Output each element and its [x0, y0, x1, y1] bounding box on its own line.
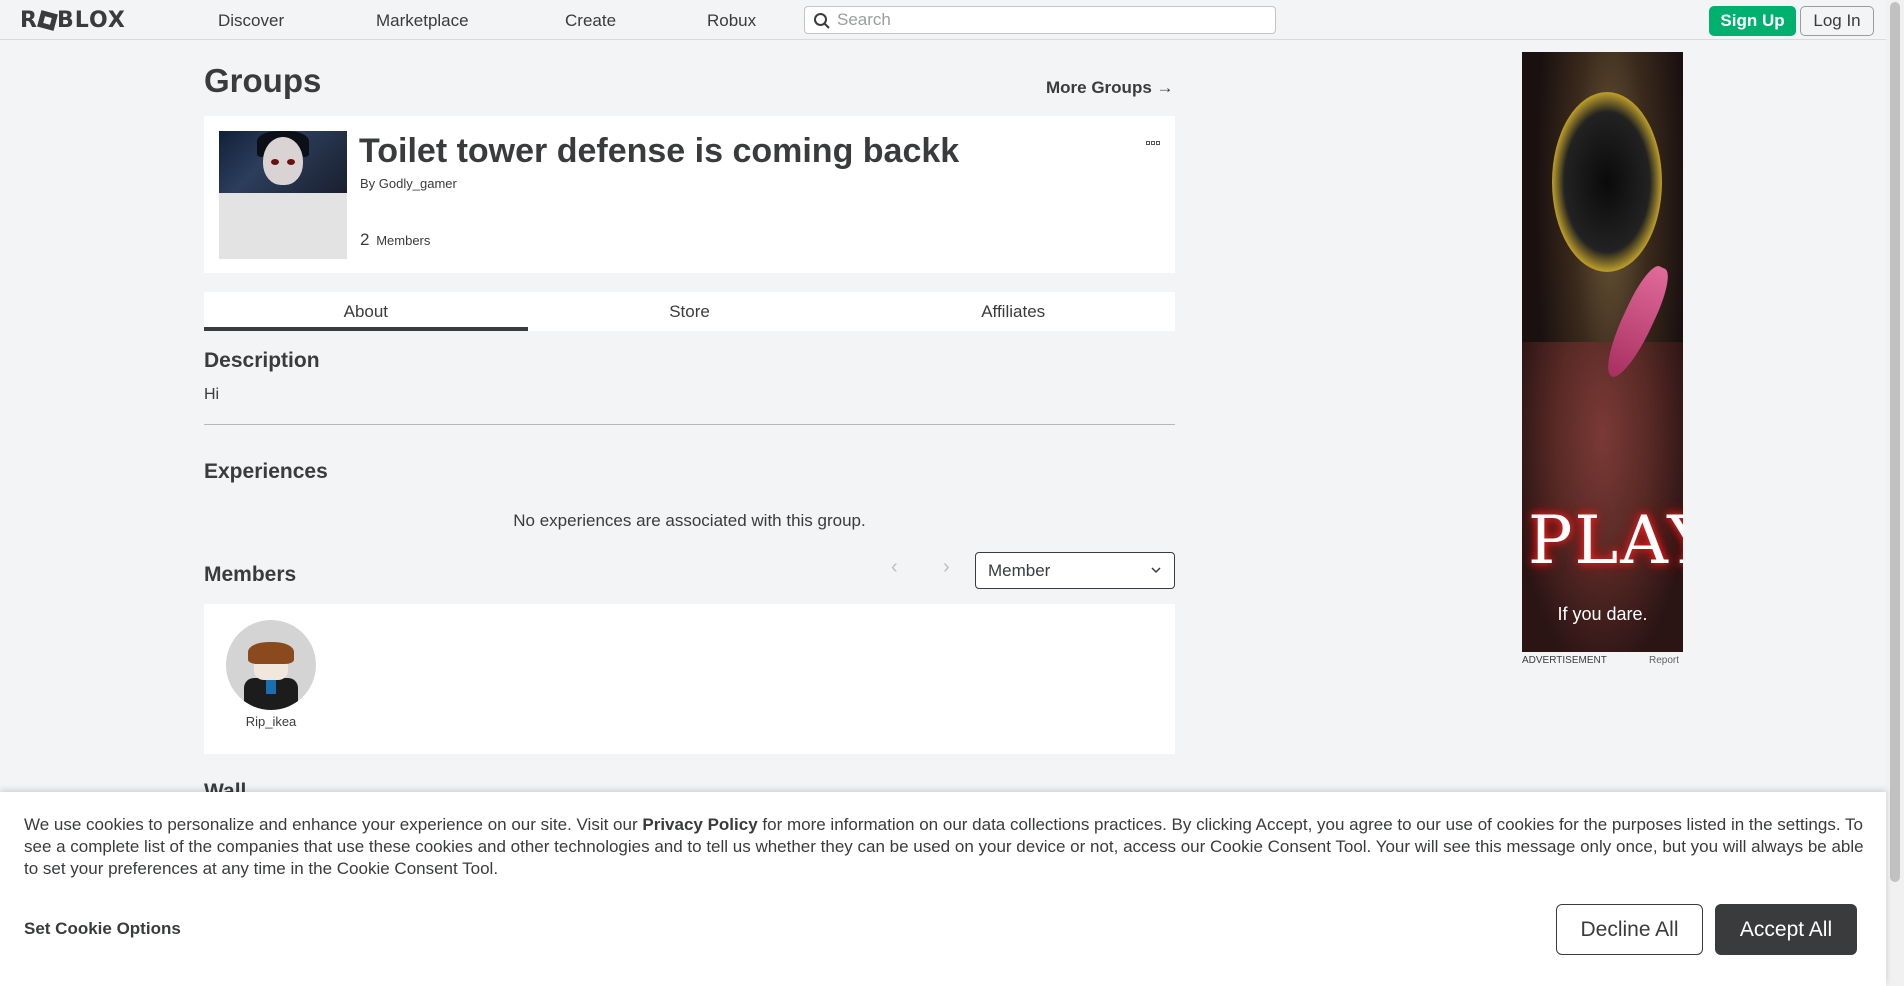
avatar[interactable] [226, 620, 316, 710]
chevron-left-icon[interactable]: ‹ [891, 556, 898, 579]
role-dropdown[interactable]: Member [975, 552, 1175, 589]
nav-robux[interactable]: Robux [707, 11, 756, 31]
page-title: Groups [204, 62, 322, 99]
member-count-value: 2 [360, 230, 370, 249]
more-options-icon[interactable] [1146, 132, 1164, 145]
group-tabs: About Store Affiliates [204, 292, 1175, 331]
chevron-down-icon [1151, 567, 1161, 574]
member-count-label: Members [376, 233, 431, 248]
no-experiences-message: No experiences are associated with this … [513, 511, 866, 530]
by-label: By [360, 176, 376, 191]
page-scrollbar[interactable] [1886, 0, 1904, 986]
group-emblem-image [219, 131, 347, 193]
cookie-message: We use cookies to personalize and enhanc… [24, 814, 1869, 880]
search-box[interactable] [804, 6, 1276, 34]
log-in-button[interactable]: Log In [1800, 6, 1874, 36]
scrollbar-thumb[interactable] [1890, 2, 1900, 882]
member-name[interactable]: Rip_ikea [226, 714, 316, 729]
nav-marketplace[interactable]: Marketplace [376, 11, 469, 31]
members-heading: Members [204, 563, 297, 586]
group-name: Toilet tower defense is coming backk [359, 132, 960, 170]
tab-affiliates[interactable]: Affiliates [851, 292, 1175, 331]
set-cookie-options-link[interactable]: Set Cookie Options [24, 919, 181, 939]
search-input[interactable] [837, 10, 1267, 30]
nav-discover[interactable]: Discover [218, 11, 284, 31]
tab-store[interactable]: Store [528, 292, 852, 331]
group-emblem [219, 131, 347, 259]
group-owner-line: By Godly_gamer [360, 176, 457, 191]
role-dropdown-value: Member [988, 561, 1051, 580]
advertisement-label: ADVERTISEMENT [1522, 655, 1607, 666]
divider [204, 424, 1175, 425]
member-card[interactable]: Rip_ikea [226, 620, 316, 729]
ad-tagline: If you dare. [1557, 604, 1648, 624]
search-icon [814, 13, 830, 29]
cookie-text-part1: We use cookies to personalize and enhanc… [24, 815, 643, 834]
group-header-card: Toilet tower defense is coming backk By … [204, 116, 1175, 273]
description-heading: Description [204, 349, 320, 372]
group-owner-link[interactable]: Godly_gamer [379, 176, 457, 191]
cookie-consent-banner: We use cookies to personalize and enhanc… [0, 792, 1886, 986]
more-groups-link[interactable]: More Groups → [1046, 78, 1174, 98]
member-count: 2 Members [360, 230, 430, 250]
nav-create[interactable]: Create [565, 11, 616, 31]
top-navigation-bar: R BLOX Discover Marketplace Create Robux … [0, 0, 1886, 40]
roblox-logo[interactable]: R BLOX [20, 8, 126, 33]
privacy-policy-link[interactable]: Privacy Policy [642, 815, 757, 834]
experiences-heading: Experiences [204, 460, 328, 483]
members-list: Rip_ikea [204, 604, 1175, 754]
tab-about[interactable]: About [204, 292, 528, 331]
sign-up-button[interactable]: Sign Up [1709, 6, 1796, 36]
decline-all-button[interactable]: Decline All [1556, 904, 1703, 955]
ad-report-link[interactable]: Report [1649, 655, 1679, 666]
chevron-right-icon[interactable]: › [943, 556, 950, 579]
advertisement-banner[interactable]: PLAY If you dare. [1522, 52, 1683, 652]
ad-headline: PLAY [1528, 502, 1683, 579]
accept-all-button[interactable]: Accept All [1715, 904, 1857, 955]
description-text: Hi [204, 386, 220, 403]
